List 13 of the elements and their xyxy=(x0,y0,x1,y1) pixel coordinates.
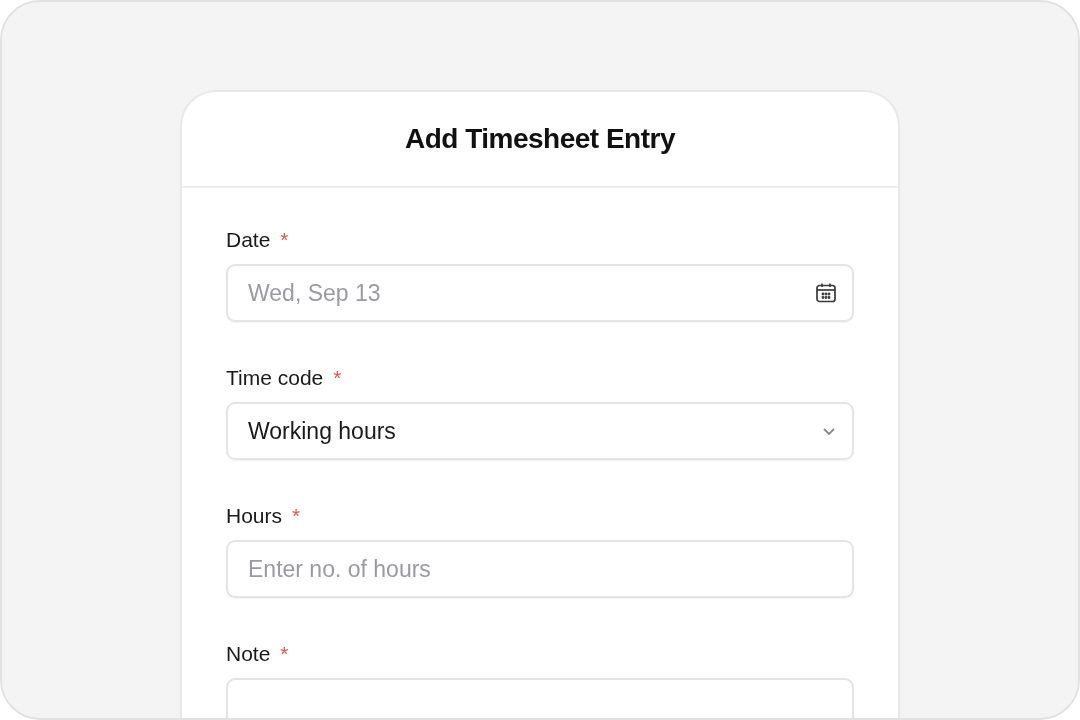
select-field[interactable]: Working hours xyxy=(226,402,854,460)
required-mark: * xyxy=(280,228,289,252)
calendar-icon[interactable] xyxy=(814,281,838,305)
field-label: Note xyxy=(226,642,271,666)
date-field[interactable]: Wed, Sep 13 xyxy=(226,264,854,322)
field-label: Date xyxy=(226,228,271,252)
field-label: Time code xyxy=(226,366,324,390)
required-mark: * xyxy=(333,366,342,390)
field-label: Hours xyxy=(226,504,283,528)
required-mark: * xyxy=(292,504,301,528)
input-field[interactable]: Enter no. of hours xyxy=(226,540,854,598)
required-mark: * xyxy=(280,642,289,666)
dialog-title: Add Timesheet Entry xyxy=(404,123,676,155)
